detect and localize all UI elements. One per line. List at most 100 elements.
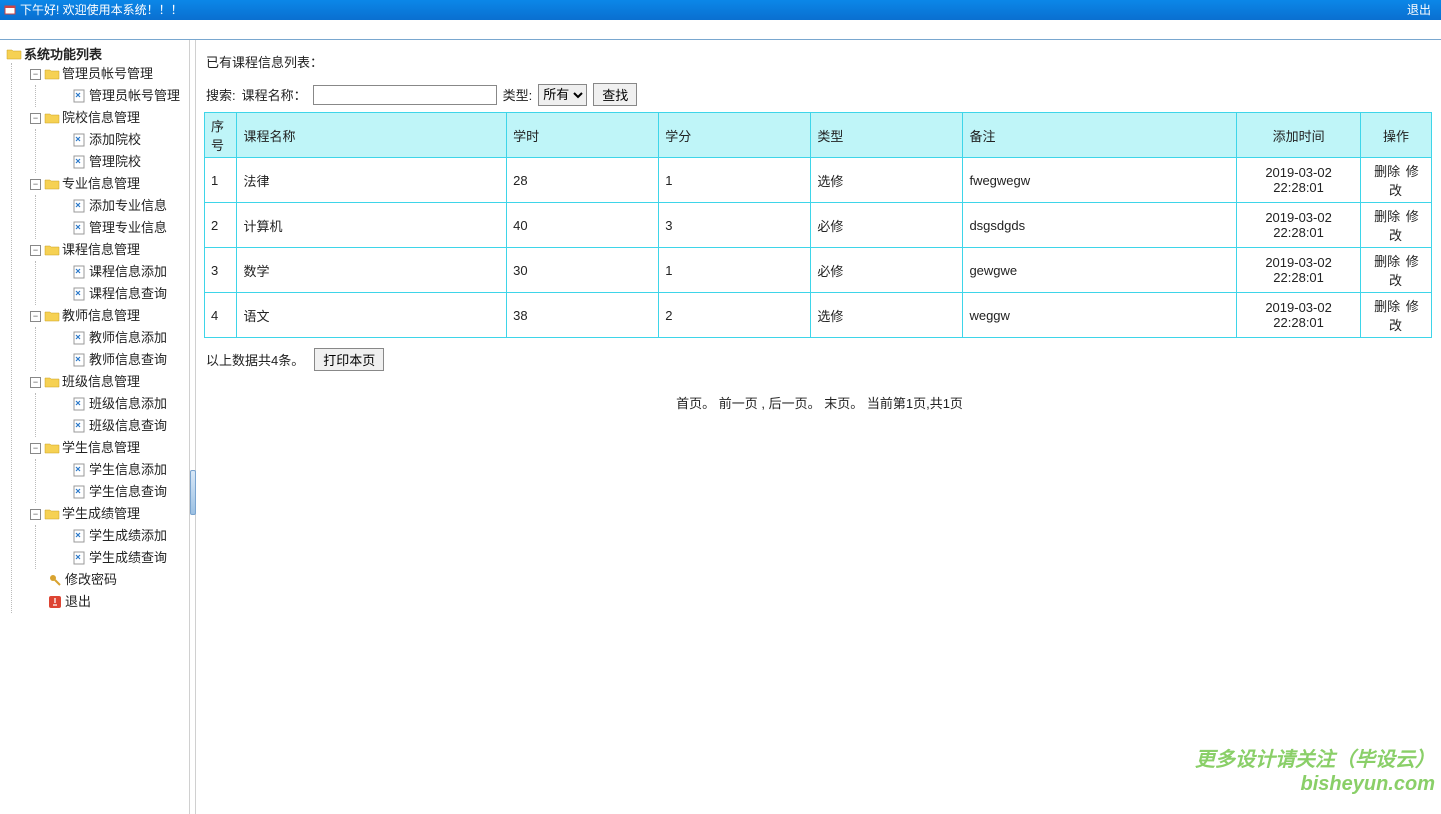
pager-status: 当前第1页,共1页 [867,396,963,411]
page-icon [71,133,87,147]
tree-group[interactable]: −班级信息管理 [30,371,189,393]
greeting-text: 下午好! 欢迎使用本系统！！！ [20,0,183,20]
delete-link[interactable]: 删除 [1374,299,1400,314]
tree-item[interactable]: 管理院校 [54,151,189,173]
tree-root-label: 系统功能列表 [24,44,102,63]
pager-last[interactable]: 末页。 [824,396,863,411]
collapse-icon[interactable]: − [30,179,41,190]
tree-item[interactable]: 教师信息查询 [54,349,189,371]
tree-item[interactable]: 管理员帐号管理 [54,85,189,107]
tree-group[interactable]: − 学生信息管理 [30,437,189,459]
pager-first[interactable]: 首页。 [676,396,715,411]
course-name-input[interactable] [313,85,497,105]
collapse-icon[interactable]: − [30,69,41,80]
collapse-icon[interactable]: − [30,245,41,256]
collapse-icon[interactable]: − [30,113,41,124]
page-icon [71,331,87,345]
table-cell: 1 [659,248,811,293]
tree-item[interactable]: 课程信息查询 [54,283,189,305]
tree-group[interactable]: − 课程信息管理 [30,239,189,261]
table-header: 类型 [811,113,963,158]
table-cell: 1 [659,158,811,203]
table-header: 课程名称 [237,113,507,158]
table-row: 4语文382选修weggw2019-03-02 22:28:01删除 修改 [205,293,1432,338]
tree-group-label: 学生信息管理 [62,437,140,459]
tree-item[interactable]: 学生信息查询 [54,481,189,503]
tree-group[interactable]: −学生成绩管理 [30,503,189,525]
delete-link[interactable]: 删除 [1374,164,1400,179]
tree-group[interactable]: −教师信息管理 [30,305,189,327]
tree-item[interactable]: 学生信息添加 [54,459,189,481]
folder-icon [44,111,60,125]
tree-item-label: 教师信息添加 [89,327,167,349]
delete-link[interactable]: 删除 [1374,209,1400,224]
tree-item-label: 修改密码 [65,569,117,591]
search-bar: 搜索: 课程名称： 类型: 所有 查找 [206,83,1435,106]
tree-item[interactable]: 学生成绩添加 [54,525,189,547]
tree-group-label: 课程信息管理 [62,239,140,261]
tree-item[interactable]: 添加院校 [54,129,189,151]
table-header: 学时 [507,113,659,158]
top-bar: 下午好! 欢迎使用本系统！！！ 退出 [0,0,1441,20]
watermark-line1: 更多设计请关注（毕设云） [1195,748,1435,772]
page-icon [71,353,87,367]
pager-next[interactable]: 后一页。 [769,396,821,411]
page-title: 已有课程信息列表： [206,52,1435,71]
collapse-icon[interactable]: − [30,311,41,322]
page-icon [71,485,87,499]
tree-item-label: 班级信息查询 [89,415,167,437]
delete-link[interactable]: 删除 [1374,254,1400,269]
search-button[interactable]: 查找 [593,83,637,106]
tree-item-label: 教师信息查询 [89,349,167,371]
tree-group[interactable]: − 管理员帐号管理 [30,63,189,85]
tree-item-exit[interactable]: 退出 [30,591,189,613]
page-icon [71,199,87,213]
tree-item-label: 学生信息查询 [89,481,167,503]
tree-item-label: 管理员帐号管理 [89,85,180,107]
folder-icon [44,177,60,191]
folder-icon [44,243,60,257]
table-cell: 2 [659,293,811,338]
tree-item-password[interactable]: 修改密码 [30,569,189,591]
tree-item[interactable]: 管理专业信息 [54,217,189,239]
type-select[interactable]: 所有 [538,84,587,106]
tree-item[interactable]: 添加专业信息 [54,195,189,217]
tree-group[interactable]: − 专业信息管理 [30,173,189,195]
tree-item[interactable]: 学生成绩查询 [54,547,189,569]
page-icon [71,155,87,169]
tree-item-label: 学生成绩添加 [89,525,167,547]
collapse-icon[interactable]: − [30,509,41,520]
page-icon [71,287,87,301]
type-label: 类型: [503,85,533,104]
pager-prev[interactable]: 前一页 [719,396,758,411]
tree-item-label: 学生成绩查询 [89,547,167,569]
watermark-line2: bisheyun.com [1195,772,1435,796]
collapse-icon[interactable]: − [30,377,41,388]
pager: 首页。 前一页 , 后一页。 末页。 当前第1页,共1页 [204,393,1435,412]
table-cell-actions: 删除 修改 [1360,203,1431,248]
tree-item[interactable]: 教师信息添加 [54,327,189,349]
tree-group[interactable]: −院校信息管理 [30,107,189,129]
table-cell: 法律 [237,158,507,203]
watermark: 更多设计请关注（毕设云） bisheyun.com [1195,748,1435,796]
table-cell: 2019-03-02 22:28:01 [1237,158,1361,203]
tree-item-label: 管理院校 [89,151,141,173]
tree-root[interactable]: 系统功能列表 [6,44,189,63]
logout-link[interactable]: 退出 [1401,0,1437,20]
tree-item[interactable]: 班级信息添加 [54,393,189,415]
table-cell: 2019-03-02 22:28:01 [1237,293,1361,338]
tree-group-label: 管理员帐号管理 [62,63,153,85]
table-cell: 40 [507,203,659,248]
folder-icon [44,441,60,455]
course-table: 序号课程名称学时学分类型备注添加时间操作 1法律281选修fwegwegw201… [204,112,1432,338]
app-icon [4,4,16,16]
table-header: 操作 [1360,113,1431,158]
tree-item[interactable]: 班级信息查询 [54,415,189,437]
tree-item-label: 退出 [65,591,91,613]
table-cell: 选修 [811,293,963,338]
tree-group-label: 专业信息管理 [62,173,140,195]
page-icon [71,221,87,235]
print-button[interactable]: 打印本页 [314,348,384,371]
collapse-icon[interactable]: − [30,443,41,454]
tree-item[interactable]: 课程信息添加 [54,261,189,283]
